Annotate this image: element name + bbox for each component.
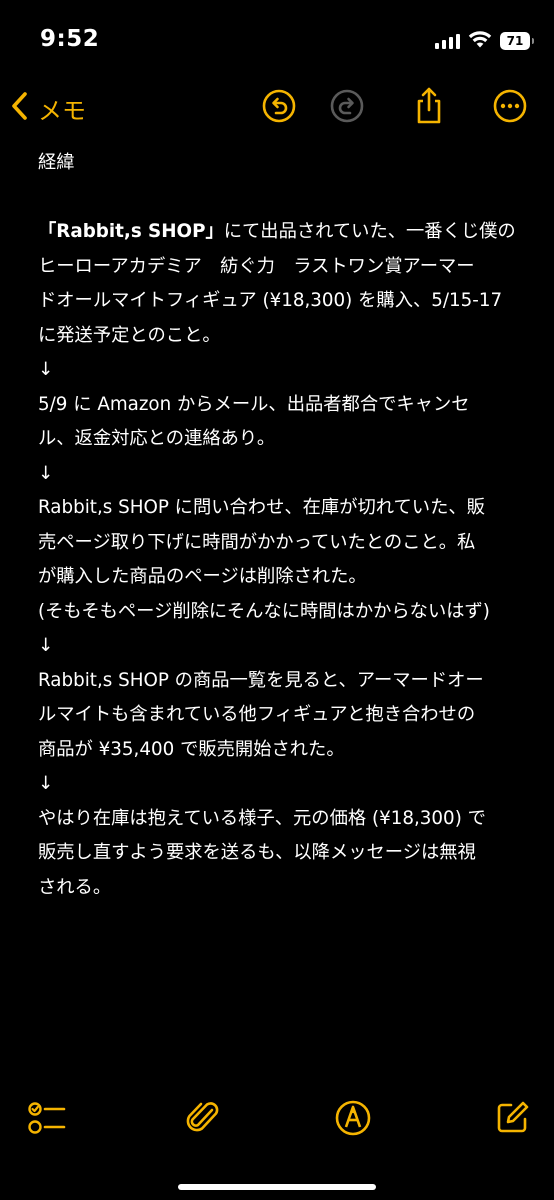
markup-pen-icon xyxy=(333,1098,373,1142)
note-text-bold: 「Rabbit,s SHOP」 xyxy=(38,221,224,242)
share-icon xyxy=(411,86,447,130)
battery-icon: 71 xyxy=(500,32,534,50)
share-button[interactable] xyxy=(409,86,449,130)
back-button[interactable]: メモ xyxy=(10,88,86,128)
note-line: 売ページ取り下げに時間がかかっていたとのこと。私 xyxy=(38,526,516,561)
note-text: やはり在庫は抱えている様子、元の価格 (¥18,300) で xyxy=(38,807,486,829)
undo-button[interactable] xyxy=(259,88,299,128)
note-text: 販売し直すよう要求を送るも、以降メッセージは無視 xyxy=(38,842,476,863)
note-text: される。 xyxy=(38,876,112,898)
note-text: ↓ xyxy=(38,773,54,794)
note-text: 5/9 に Amazon からメール、出品者都合でキャンセ xyxy=(38,393,470,415)
note-line: Rabbit,s SHOP に問い合わせ、在庫が切れていた、販 xyxy=(38,491,516,526)
note-text: 売ページ取り下げに時間がかかっていたとのこと。私 xyxy=(38,531,476,553)
chevron-left-icon xyxy=(10,91,30,125)
note-line: 商品が ¥35,400 で販売開始された。 xyxy=(38,733,516,768)
more-icon xyxy=(492,88,528,128)
redo-button[interactable] xyxy=(327,88,367,128)
status-bar: 9:52 71 xyxy=(0,0,554,80)
checklist-icon xyxy=(27,1100,67,1140)
home-indicator xyxy=(178,1184,376,1190)
note-line: ↓ xyxy=(38,457,516,492)
note-line: (そもそもページ削除にそんなに時間はかからないはず) xyxy=(38,595,516,630)
note-text: に発送予定とのこと。 xyxy=(38,324,221,346)
note-line: が購入した商品のページは削除された。 xyxy=(38,560,516,595)
note-text: ↓ xyxy=(38,635,54,656)
redo-icon xyxy=(329,88,365,128)
markup-button[interactable] xyxy=(331,1098,375,1142)
note-line: ドオールマイトフィギュア (¥18,300) を購入、5/15-17 xyxy=(38,284,516,319)
note-line xyxy=(38,181,516,216)
note-line: 経緯 xyxy=(38,146,516,181)
note-text: ヒーローアカデミア 紡ぐ力 ラストワン賞アーマー xyxy=(38,255,475,277)
undo-icon xyxy=(261,88,297,128)
note-line: 「Rabbit,s SHOP」にて出品されていた、一番くじ僕の xyxy=(38,215,516,250)
note-line: Rabbit,s SHOP の商品一覧を見ると、アーマードオー xyxy=(38,664,516,699)
note-text: にて出品されていた、一番くじ僕の xyxy=(223,221,516,242)
signal-icon xyxy=(435,33,460,49)
note-line: ↓ xyxy=(38,353,516,388)
note-line: に発送予定とのこと。 xyxy=(38,319,516,354)
status-icons: 71 xyxy=(435,30,534,52)
note-text: ↓ xyxy=(38,359,54,380)
note-text: ↓ xyxy=(38,462,54,484)
note-text: ル、返金対応との連絡あり。 xyxy=(38,428,276,449)
more-button[interactable] xyxy=(490,88,530,128)
status-time: 9:52 xyxy=(40,26,100,52)
note-line: やはり在庫は抱えている様子、元の価格 (¥18,300) で xyxy=(38,802,516,837)
compose-icon xyxy=(494,1100,530,1140)
nav-bar: メモ xyxy=(0,80,554,136)
battery-level: 71 xyxy=(506,34,524,48)
checklist-button[interactable] xyxy=(25,1098,69,1142)
paperclip-icon xyxy=(185,1098,221,1142)
note-text: 商品が ¥35,400 で販売開始された。 xyxy=(38,738,345,760)
note-line: 5/9 に Amazon からメール、出品者都合でキャンセ xyxy=(38,388,516,423)
note-body[interactable]: 経緯「Rabbit,s SHOP」にて出品されていた、一番くじ僕のヒーローアカデ… xyxy=(38,146,516,905)
back-label: メモ xyxy=(38,96,86,125)
note-line: ヒーローアカデミア 紡ぐ力 ラストワン賞アーマー xyxy=(38,250,516,285)
attachment-button[interactable] xyxy=(181,1098,225,1142)
note-text: が購入した商品のページは削除された。 xyxy=(38,566,367,587)
note-line: ↓ xyxy=(38,767,516,802)
wifi-icon xyxy=(468,30,492,52)
note-text: 経緯 xyxy=(38,152,75,173)
note-text: ドオールマイトフィギュア (¥18,300) を購入、5/15-17 xyxy=(38,290,503,311)
bottom-toolbar xyxy=(0,1090,554,1150)
note-line: ル、返金対応との連絡あり。 xyxy=(38,422,516,457)
note-line: される。 xyxy=(38,871,516,906)
note-text: Rabbit,s SHOP の商品一覧を見ると、アーマードオー xyxy=(38,669,484,691)
note-line: 販売し直すよう要求を送るも、以降メッセージは無視 xyxy=(38,836,516,871)
note-line: ↓ xyxy=(38,629,516,664)
compose-button[interactable] xyxy=(490,1098,534,1142)
note-text: (そもそもページ削除にそんなに時間はかからないはず) xyxy=(38,600,490,622)
note-text: Rabbit,s SHOP に問い合わせ、在庫が切れていた、販 xyxy=(38,497,485,518)
note-text: ルマイトも含まれている他フィギュアと抱き合わせの xyxy=(38,704,476,725)
note-line: ルマイトも含まれている他フィギュアと抱き合わせの xyxy=(38,698,516,733)
